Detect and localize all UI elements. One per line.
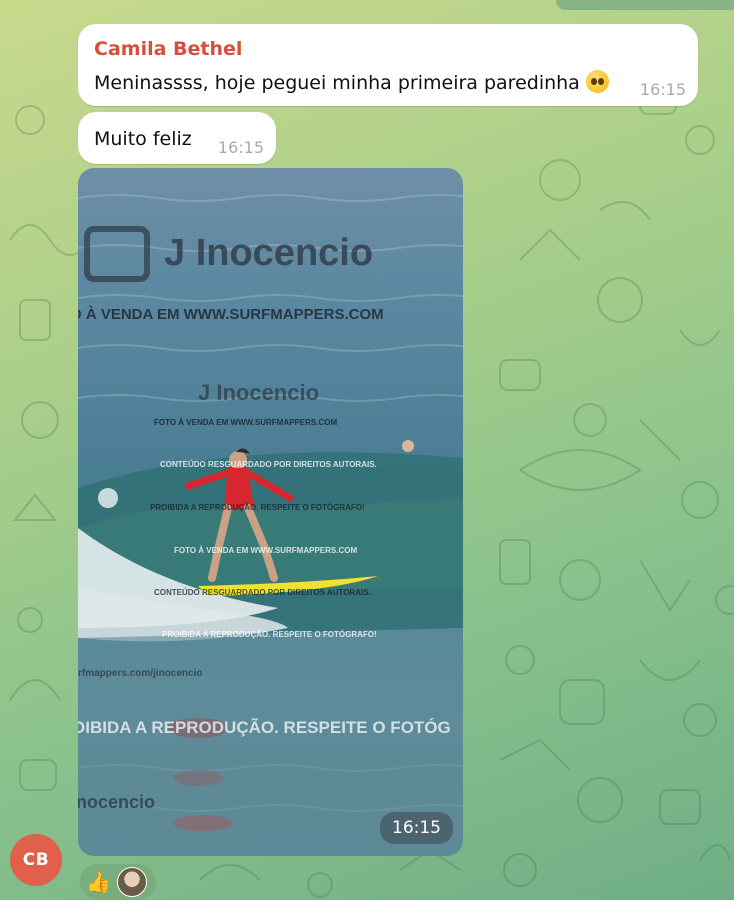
watermark-prohibited: PROIBIDA A REPRODUÇÃO. RESPEITE O FOTÓGR… [162, 630, 377, 639]
message-text: Muito feliz [94, 128, 192, 150]
watermark-url: rfmappers.com/jinocencio [78, 668, 203, 679]
message-bubble[interactable]: Muito feliz 16:15 [78, 112, 276, 164]
message-bubble[interactable]: Camila Bethel Meninassss, hoje peguei mi… [78, 24, 698, 106]
reactor-avatar[interactable] [116, 867, 147, 897]
watermark-sale: O À VENDA EM WWW.SURFMAPPERS.COM [78, 306, 384, 323]
watermark-sale: FOTO À VENDA EM WWW.SURFMAPPERS.COM [174, 546, 358, 555]
watermark-rights: CONTEÚDO RESGUARDADO POR DIREITOS AUTORA… [160, 460, 377, 469]
watermark-rights: CONTEÚDO RESGUARDADO POR DIREITOS AUTORA… [154, 588, 371, 597]
message-time: 16:15 [217, 138, 264, 157]
watermark-camera-icon [84, 226, 150, 282]
photo-message[interactable]: J Inocencio O À VENDA EM WWW.SURFMAPPERS… [78, 168, 463, 856]
watermark-brand: J Inocencio [198, 380, 320, 405]
pleading-face-emoji-icon [585, 70, 609, 93]
watermark-sale: FOTO À VENDA EM WWW.SURFMAPPERS.COM [154, 418, 338, 427]
avatar[interactable]: CB [10, 834, 62, 886]
watermark-prohibited: PROIBIDA A REPRODUÇÃO. RESPEITE O FOTÓGR… [150, 503, 365, 512]
message-time: 16:15 [639, 80, 686, 99]
sender-name[interactable]: Camila Bethel [94, 38, 242, 60]
message-text: Meninassss, hoje peguei minha primeira p… [94, 70, 609, 94]
watermark-brand: J Inocencio [164, 232, 374, 274]
thumbs-up-icon[interactable]: 👍 [86, 870, 111, 894]
message-text-content: Meninassss, hoje peguei minha primeira p… [94, 72, 580, 94]
reaction-bar[interactable]: 👍 [80, 864, 156, 900]
watermark-brand: nocencio [78, 792, 156, 812]
photo-time: 16:15 [380, 812, 453, 844]
watermark-prohibited: OIBIDA A REPRODUÇÃO. RESPEITE O FOTÓG [78, 718, 451, 737]
previous-bubble-edge [556, 0, 734, 10]
